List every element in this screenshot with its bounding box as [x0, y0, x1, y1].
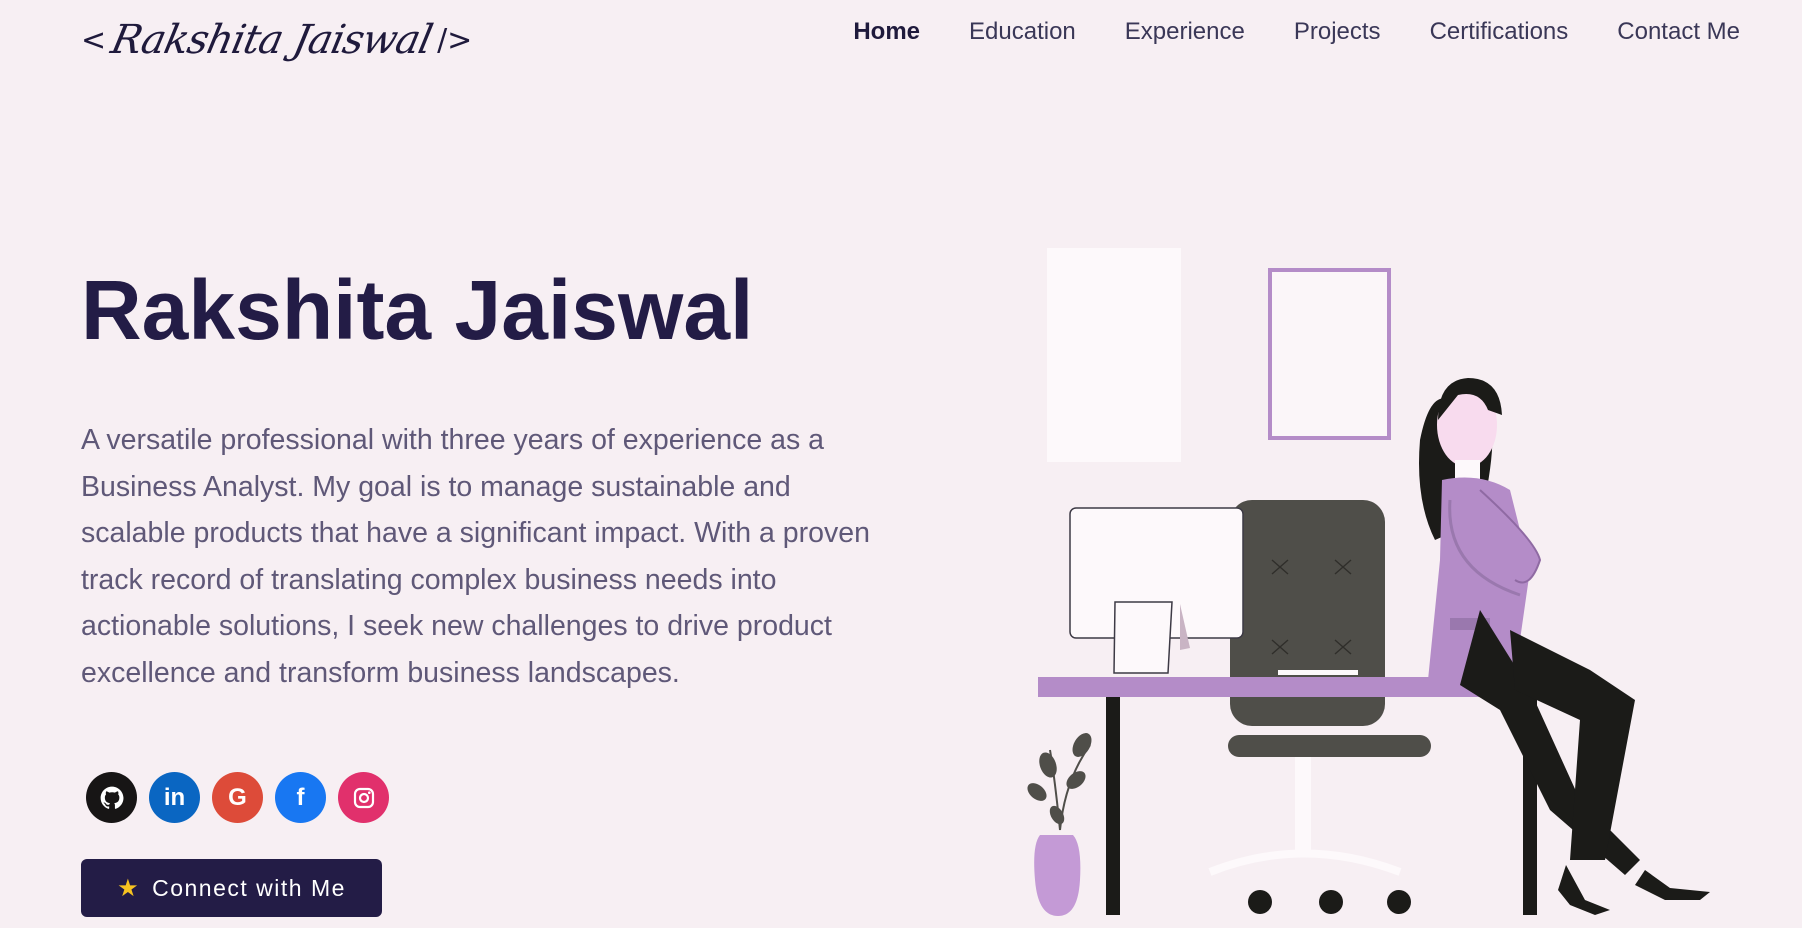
wall-panel [1047, 248, 1181, 462]
nav-education[interactable]: Education [969, 18, 1076, 46]
logo-signature: Rakshita Jaiswal [107, 17, 436, 63]
logo-close-bracket: /> [437, 22, 473, 58]
nav-experience[interactable]: Experience [1125, 18, 1245, 46]
hero-description: A versatile professional with three year… [81, 424, 870, 689]
github-link[interactable] [86, 772, 137, 823]
star-icon: ★ [117, 874, 141, 902]
nav-contact-me[interactable]: Contact Me [1617, 18, 1740, 46]
main-nav: Home Education Experience Projects Certi… [853, 18, 1740, 46]
hero-name: Rakshita Jaiswal [81, 263, 754, 357]
nav-certifications[interactable]: Certifications [1430, 18, 1569, 46]
nav-projects[interactable]: Projects [1294, 18, 1381, 46]
google-link[interactable]: G [212, 772, 263, 823]
hero-illustration [1027, 248, 1710, 916]
portfolio-page: < Rakshita Jaiswal /> Home Education Exp… [0, 0, 1802, 928]
github-icon [100, 786, 123, 809]
picture-frame [1268, 268, 1391, 440]
facebook-icon: f [296, 783, 305, 811]
facebook-link[interactable]: f [275, 772, 326, 823]
social-links: in G f [86, 772, 389, 823]
instagram-link[interactable] [338, 772, 389, 823]
connect-button[interactable]: ★ Connect with Me [81, 859, 382, 917]
site-logo[interactable]: < Rakshita Jaiswal /> [81, 6, 472, 74]
linkedin-icon: in [163, 783, 186, 811]
google-icon: G [228, 783, 247, 811]
plant [1027, 733, 1092, 831]
instagram-icon [353, 787, 374, 808]
logo-open-bracket: < [81, 22, 107, 58]
woman-figure [1419, 378, 1710, 915]
nav-home[interactable]: Home [853, 18, 920, 46]
vase [1034, 835, 1081, 916]
connect-button-label: Connect with Me [152, 874, 346, 901]
linkedin-link[interactable]: in [149, 772, 200, 823]
office-chair-seat [1228, 735, 1431, 757]
